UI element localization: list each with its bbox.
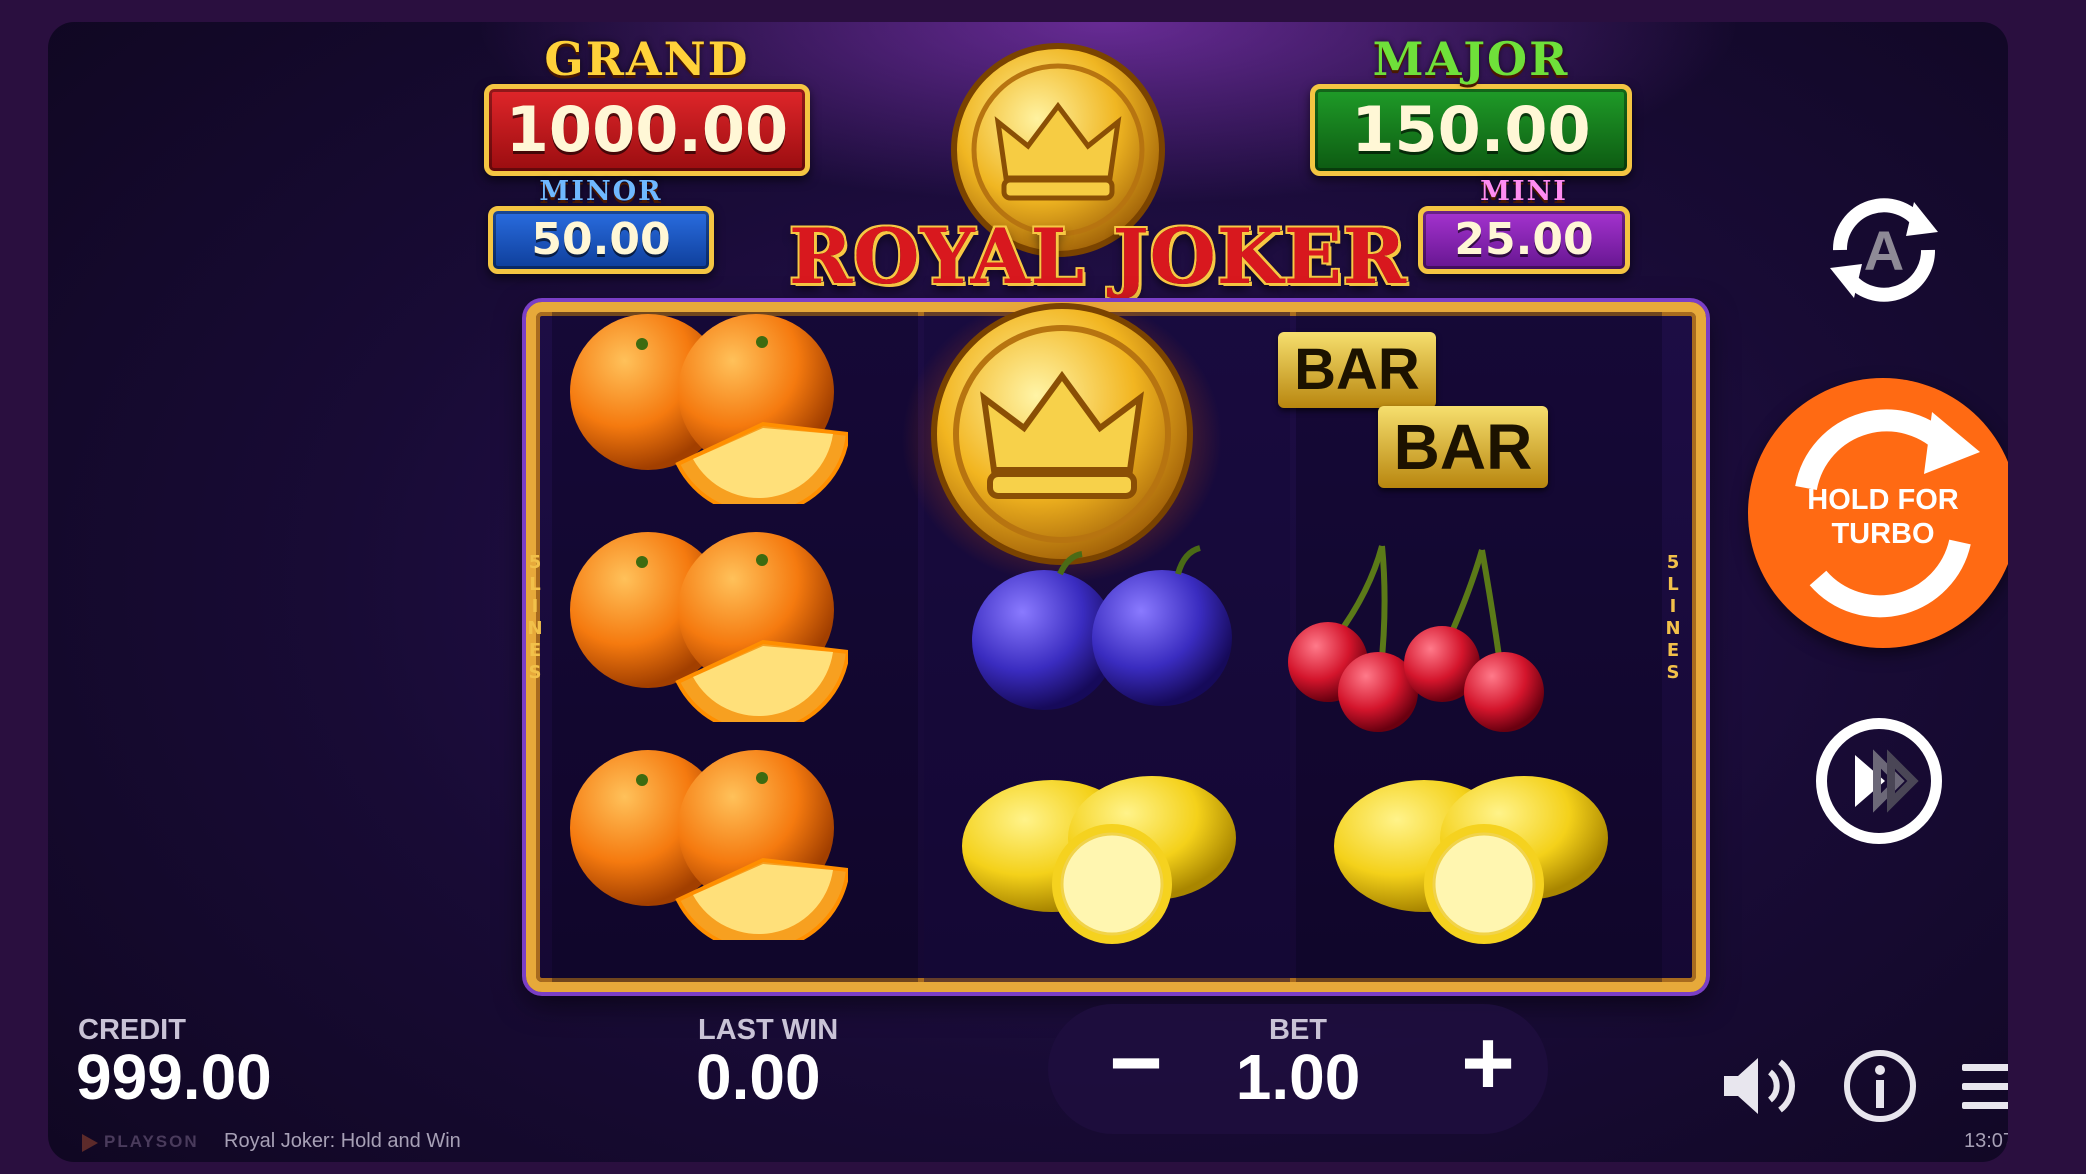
jackpot-mini: MINI 25.00 — [1418, 178, 1630, 274]
orange-symbol-icon — [570, 314, 848, 504]
menu-button[interactable] — [1960, 1062, 2008, 1112]
jackpot-mini-label: MINI — [1480, 176, 1568, 207]
sound-button[interactable] — [1718, 1050, 1802, 1122]
fast-forward-icon — [1855, 749, 1919, 813]
lines-label-right: 5LINES — [1665, 552, 1681, 683]
jackpot-major: MAJOR 150.00 — [1310, 34, 1632, 176]
jackpot-grand-value: 1000.00 — [484, 84, 810, 176]
orange-symbol-icon — [570, 750, 848, 940]
info-icon — [1844, 1050, 1916, 1122]
double-bar-symbol: BAR BAR — [1278, 310, 1558, 500]
jackpot-mini-value: 25.00 — [1418, 206, 1630, 274]
lemon-symbol-icon — [1334, 776, 1608, 944]
speaker-icon — [1724, 1058, 1795, 1114]
lines-label-left: 5LINES — [527, 552, 543, 683]
spin-label-line1: HOLD FOR — [1807, 484, 1959, 516]
quick-spin-button[interactable] — [1816, 718, 1942, 844]
plum-symbol-icon — [972, 545, 1232, 710]
lemon-symbol-icon — [962, 776, 1236, 944]
brand-name: PLAYSON — [104, 1132, 199, 1151]
crown-coin-symbol-icon — [902, 294, 1222, 584]
bar-symbol-bottom: BAR — [1378, 406, 1548, 488]
jackpot-grand: GRAND 1000.00 — [484, 34, 810, 176]
clock: 13:07 — [1964, 1130, 2008, 1152]
autoplay-button[interactable]: A — [1808, 174, 1960, 326]
orange-symbol-icon — [570, 532, 848, 722]
jackpot-minor-value: 50.00 — [488, 206, 714, 274]
brand-logo-mark — [82, 1133, 98, 1152]
hamburger-menu-icon — [1962, 1064, 2008, 1109]
last-win-value: 0.00 — [696, 1041, 821, 1113]
game-title: ROYAL JOKER — [789, 212, 1407, 301]
jackpot-minor: MINOR 50.00 — [488, 178, 714, 274]
jackpot-major-label: MAJOR — [1372, 32, 1570, 86]
bet-panel: − BET 1.00 + — [1048, 1004, 1548, 1134]
bet-increase-button[interactable]: + — [1448, 1004, 1528, 1134]
game-frame: GRAND 1000.00 MAJOR 150.00 MINOR 50.00 M… — [48, 22, 2008, 1162]
jackpot-major-value: 150.00 — [1310, 84, 1632, 176]
info-button[interactable] — [1842, 1048, 1918, 1124]
jackpot-minor-label: MINOR — [539, 176, 663, 207]
cherry-symbol-icon — [1288, 545, 1544, 732]
jackpot-grand-label: GRAND — [544, 32, 750, 86]
brand-logo: PLAYSON — [82, 1132, 199, 1152]
credit-value: 999.00 — [76, 1041, 272, 1113]
spin-button[interactable]: HOLD FOR TURBO — [1748, 378, 2008, 648]
autoplay-letter: A — [1863, 219, 1905, 282]
bar-symbol-top: BAR — [1278, 332, 1436, 408]
spin-label-line2: TURBO — [1831, 518, 1935, 550]
game-name-footer: Royal Joker: Hold and Win — [224, 1130, 461, 1152]
